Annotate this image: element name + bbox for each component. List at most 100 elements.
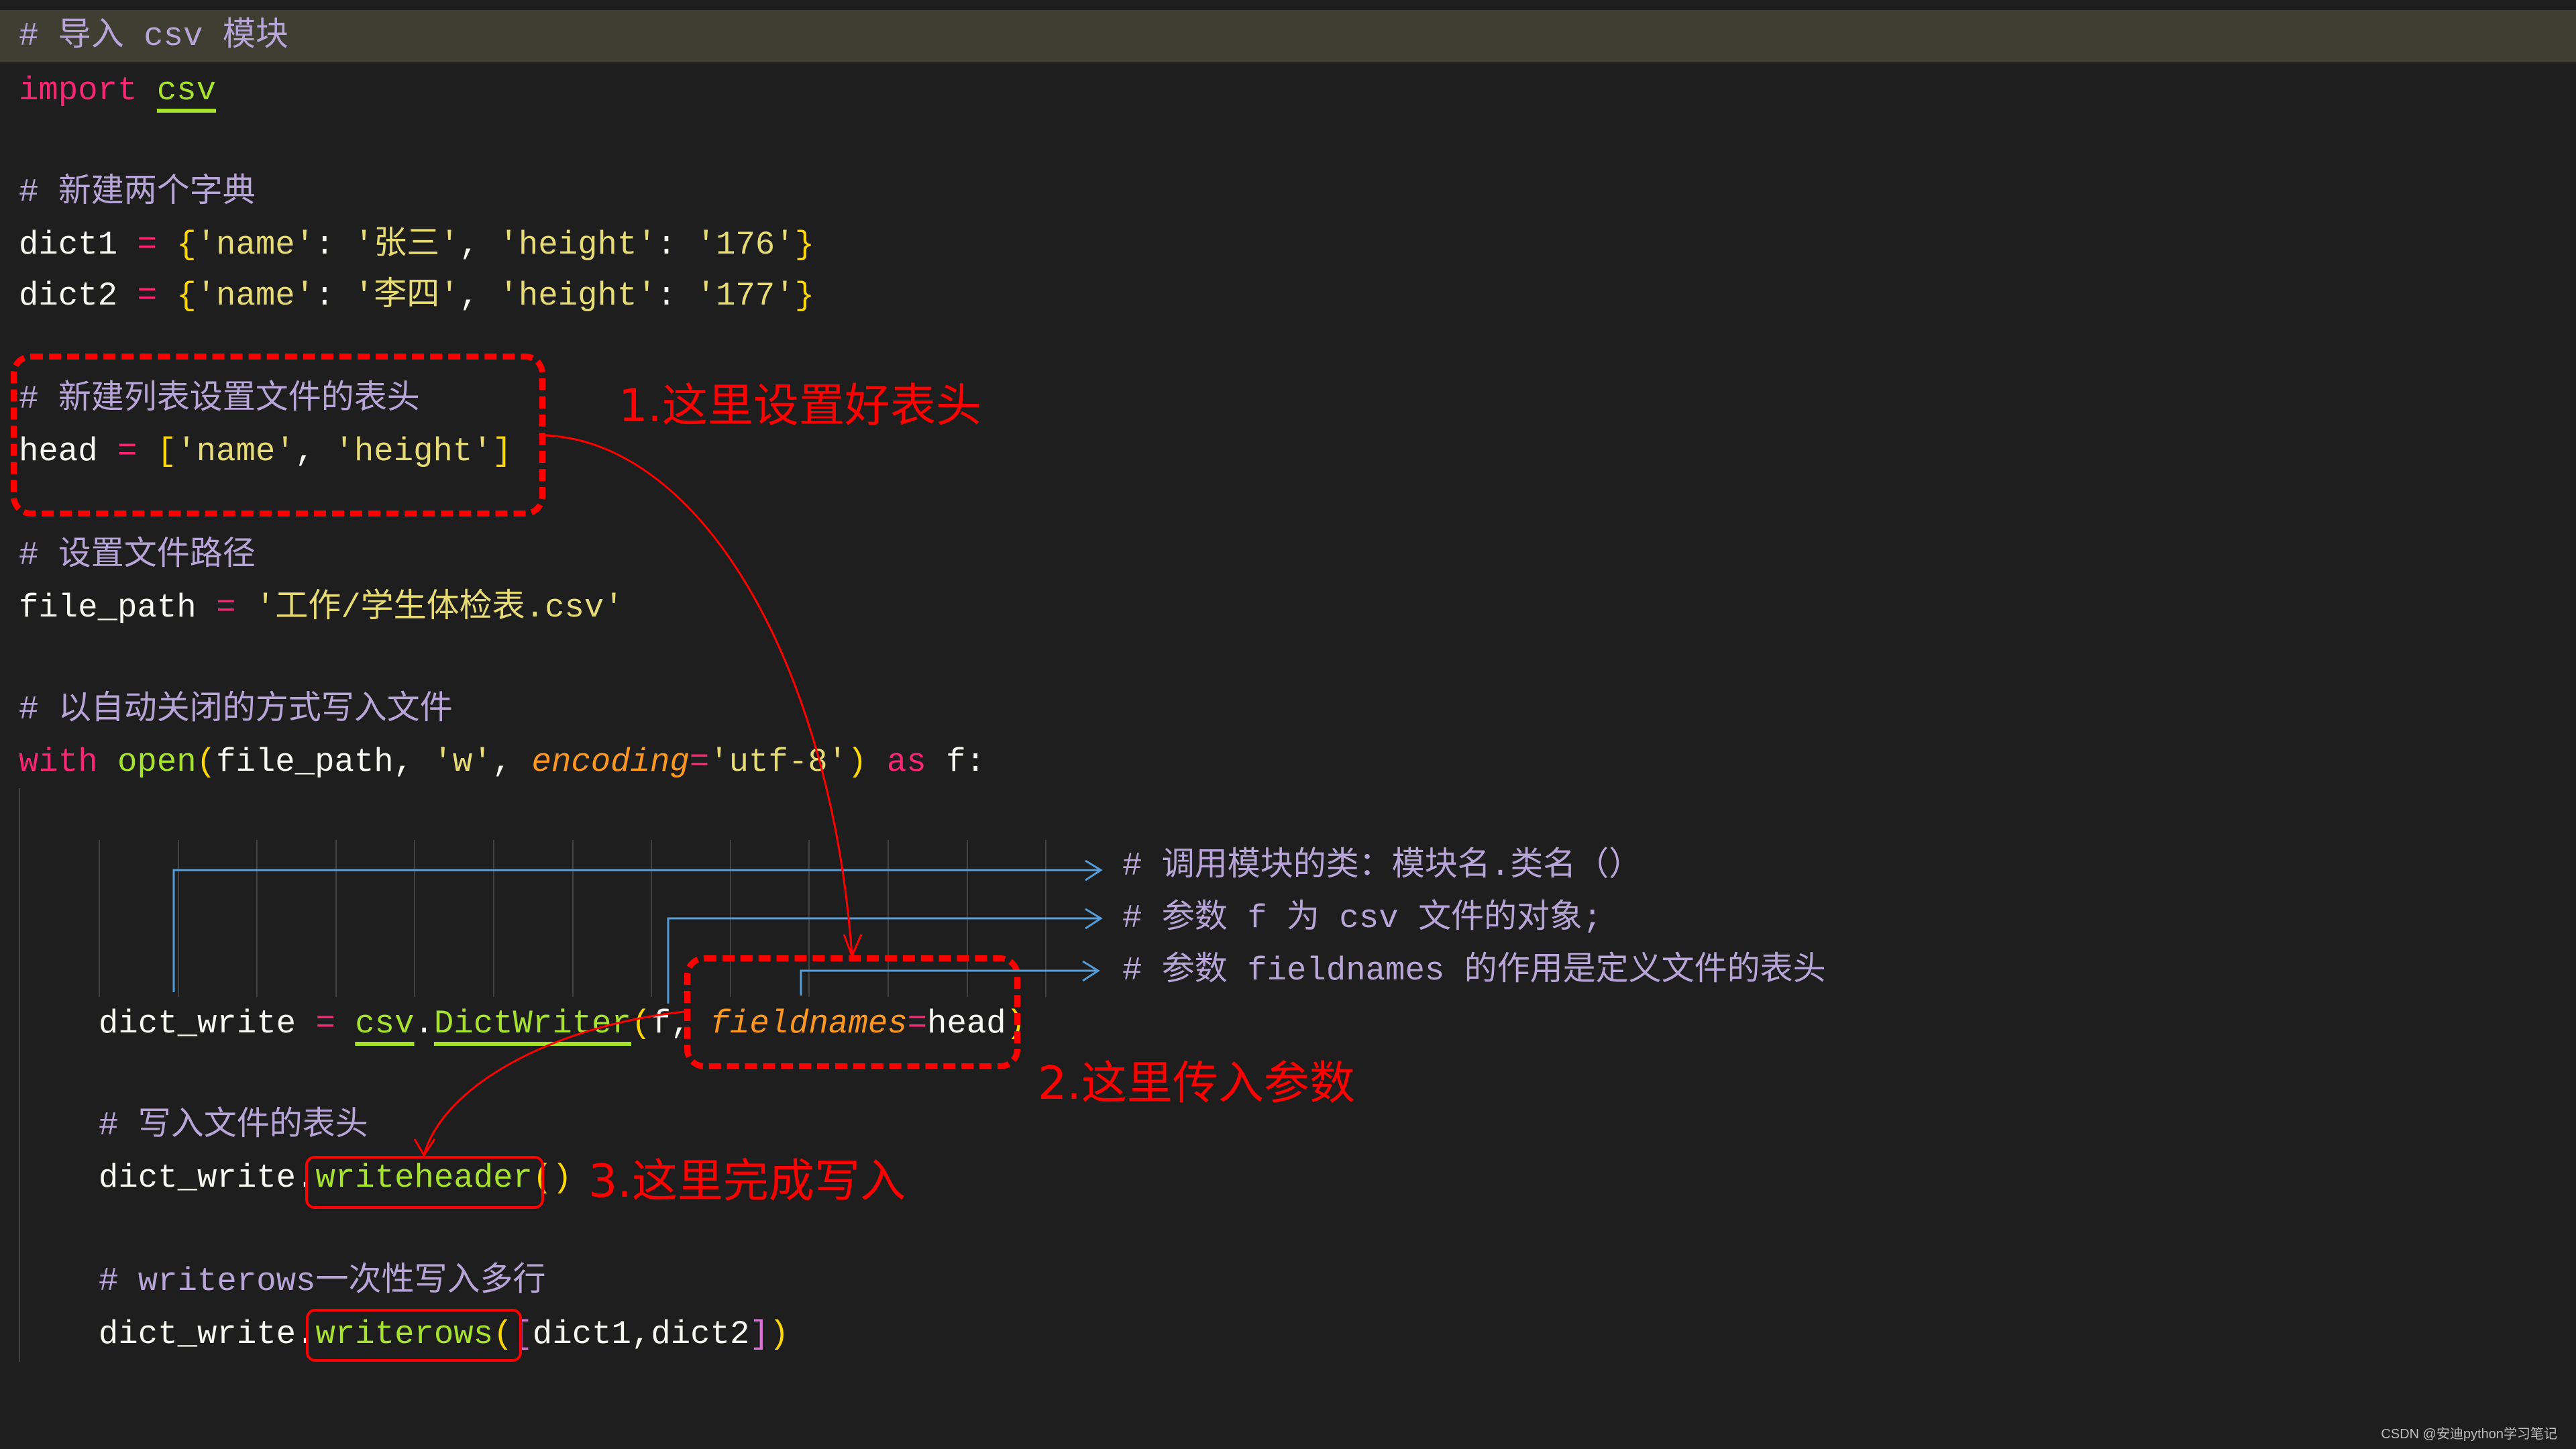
code-token-string: 'w': [433, 743, 492, 781]
arrowhead-param-f-icon: [1085, 908, 1103, 930]
code-token-plain: .: [414, 1005, 434, 1042]
code-token-bracket: }: [794, 277, 815, 315]
code-token-comment: # 新建两个字典: [19, 174, 256, 211]
code-token-plain: dict2: [19, 277, 138, 315]
code-token-plain: :: [315, 226, 354, 264]
code-token-plain: ,: [492, 743, 532, 781]
highlight-box-fieldnames: [684, 955, 1020, 1069]
code-line-comment-writerows[interactable]: # writerows一次性写入多行: [99, 1256, 545, 1307]
code-token-keyword: with: [19, 743, 98, 781]
code-token-bracket2: ]: [749, 1316, 769, 1353]
code-token-bracket: {: [176, 277, 197, 315]
code-token-comment: # 以自动关闭的方式写入文件: [19, 691, 453, 729]
code-token-string: '176': [696, 226, 795, 264]
annotation-param-fieldnames: # 参数 fieldnames 的作用是定义文件的表头: [1122, 952, 1826, 989]
code-token-op: =: [315, 1005, 335, 1042]
code-line-comment-with[interactable]: # 以自动关闭的方式写入文件: [19, 684, 453, 736]
code-token-comment: # 导入 csv 模块: [19, 17, 288, 55]
code-token-string: '张三': [354, 226, 460, 264]
code-token-plain: f:: [926, 743, 985, 781]
code-token-plain: dict1,dict2: [532, 1316, 750, 1353]
code-token-string: '李四': [354, 277, 460, 315]
code-token-keyword: as: [886, 743, 926, 781]
code-token-string: 'height': [498, 277, 657, 315]
code-token-bracket: (: [631, 1005, 651, 1042]
code-token-string: 'utf-8': [709, 743, 848, 781]
alignment-guide: [256, 840, 258, 997]
callout-step1: 1.这里设置好表头: [619, 380, 981, 433]
code-token-func: open: [117, 743, 197, 781]
code-token-param: encoding: [531, 743, 690, 781]
code-token-comment: # writerows一次性写入多行: [99, 1263, 546, 1300]
code-token-plain: dict_write.: [99, 1159, 316, 1197]
code-token-string: 'height': [498, 226, 657, 264]
code-token-plain: ,: [459, 226, 499, 264]
code-token-func-u: DictWriter: [433, 1005, 631, 1042]
highlight-box-writerows: [306, 1309, 522, 1362]
alignment-guide: [335, 840, 337, 997]
code-token-bracket: }: [794, 226, 815, 264]
alignment-guide: [572, 840, 574, 997]
code-token-bracket: ): [769, 1316, 790, 1353]
code-token-op: =: [137, 226, 157, 264]
callout-step2: 2.这里传入参数: [1038, 1057, 1355, 1110]
code-token-string: 'name': [196, 226, 315, 264]
code-token-bracket: (: [196, 743, 217, 781]
watermark: CSDN @安迪python学习笔记: [2381, 1427, 2557, 1442]
annotation-param-f: # 参数 f 为 csv 文件的对象;: [1122, 900, 1603, 937]
code-token-op: =: [216, 589, 236, 627]
code-line-file-path[interactable]: file_path = '工作/学生体检表.csv': [19, 582, 624, 634]
code-token-string: '工作/学生体检表.csv': [255, 589, 624, 627]
code-token-plain: file_path: [19, 589, 217, 627]
code-token-op: =: [689, 743, 710, 781]
code-token-bracket: ): [847, 743, 867, 781]
arrowhead-fieldnames-icon: [843, 934, 863, 959]
indent-guide: [19, 788, 20, 1362]
code-token-plain: file_path,: [216, 743, 433, 781]
alignment-guide: [651, 840, 653, 997]
code-line-dict2[interactable]: dict2 = {'name': '李四', 'height': '177'}: [19, 270, 814, 322]
current-line-highlight: [0, 10, 2576, 62]
arrowhead-class-call-icon: [1085, 859, 1103, 881]
code-token-comment: # 写入文件的表头: [99, 1107, 368, 1144]
highlight-box-writeheader: [305, 1156, 544, 1209]
arrowhead-param-fieldnames-icon: [1082, 960, 1100, 982]
alignment-guide: [493, 840, 494, 997]
code-line-comment-path[interactable]: # 设置文件路径: [19, 530, 256, 582]
code-token-bracket: {: [176, 226, 197, 264]
highlight-box-head: [11, 354, 545, 517]
code-token-string: 'name': [196, 277, 315, 315]
code-line-comment-writeheader[interactable]: # 写入文件的表头: [99, 1100, 368, 1152]
alignment-guide: [1045, 840, 1047, 997]
code-line-comment-import[interactable]: # 导入 csv 模块: [19, 11, 288, 62]
code-token-plain: dict_write.: [99, 1316, 316, 1353]
alignment-guide: [99, 840, 100, 997]
code-line-dict1[interactable]: dict1 = {'name': '张三', 'height': '176'}: [19, 219, 814, 271]
code-token-plain: :: [656, 226, 696, 264]
code-token-plain: :: [315, 277, 354, 315]
code-line-with-open[interactable]: with open(file_path, 'w', encoding='utf-…: [19, 737, 985, 788]
code-token-op: =: [137, 277, 157, 315]
code-token-comment: # 设置文件路径: [19, 537, 256, 574]
code-token-plain: dict_write: [99, 1005, 316, 1042]
code-token-string: '177': [696, 277, 795, 315]
code-token-func-u: csv: [355, 1005, 415, 1042]
curve-head-to-fieldnames: [545, 434, 853, 957]
code-token-func-u: csv: [156, 72, 217, 109]
code-token-keyword: import: [19, 72, 138, 109]
code-line-import[interactable]: import csv: [19, 65, 216, 117]
code-line-comment-dicts[interactable]: # 新建两个字典: [19, 167, 256, 219]
code-token-plain: dict1: [19, 226, 138, 264]
alignment-guide: [177, 840, 179, 997]
callout-step3: 3.这里完成写入: [588, 1155, 906, 1208]
annotation-class-call: # 调用模块的类：模块名.类名（）: [1122, 847, 1642, 885]
alignment-guide: [414, 840, 416, 997]
code-token-plain: :: [656, 277, 696, 315]
